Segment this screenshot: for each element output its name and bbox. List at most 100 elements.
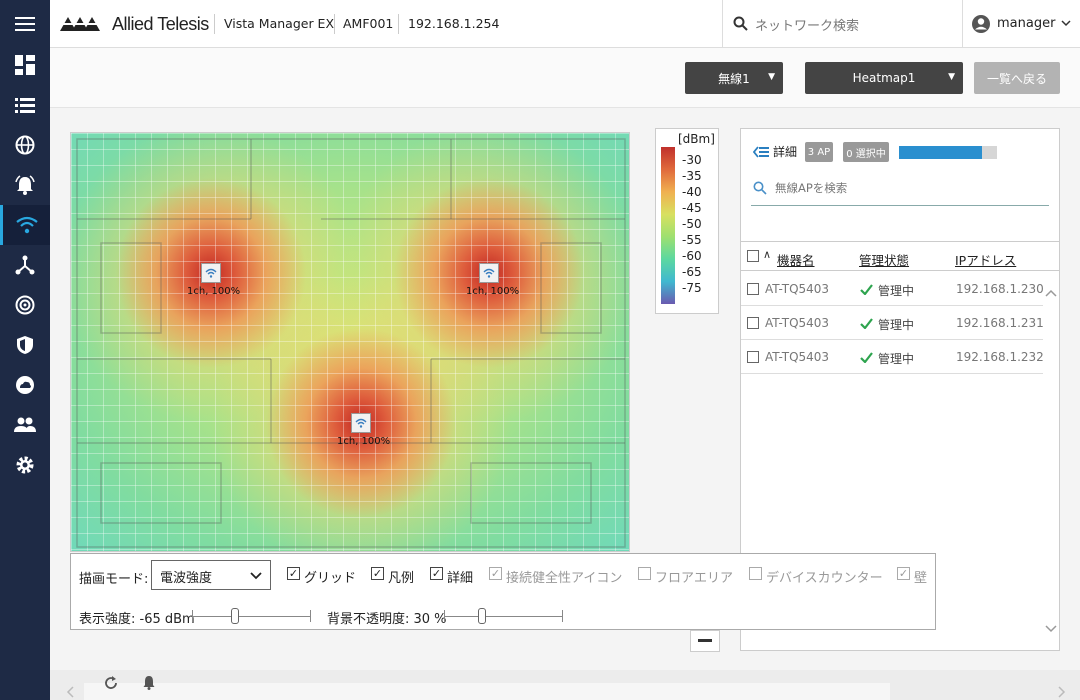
dropdown-arrow-icon: ▼ (768, 72, 775, 82)
strength-label: 表示強度: -65 dBm (79, 612, 195, 627)
table-row[interactable]: AT-TQ5403 管理中 192.168.1.231 (741, 306, 1044, 340)
legend-tick: -35 (682, 169, 702, 183)
alarm-bell-icon[interactable] (0, 165, 50, 205)
grid-checkbox[interactable]: ✓ (287, 567, 300, 580)
heatmap-dropdown[interactable]: Heatmap1 ▼ (805, 62, 963, 94)
detail-label: 詳細 (773, 145, 798, 159)
cloud-icon[interactable] (0, 365, 50, 405)
legend-checkbox[interactable]: ✓ (371, 567, 384, 580)
row-checkbox[interactable] (747, 317, 759, 329)
opacity-slider-thumb[interactable] (478, 608, 486, 624)
device-counter-checkbox[interactable] (749, 567, 762, 580)
settings-gear-icon[interactable] (0, 445, 50, 485)
legend-label: 凡例 (388, 571, 415, 586)
heatmap-controls: 描画モード: 電波強度 ✓ グリッド ✓ 凡例 ✓ 詳細 ✓ 接続健全性アイコン… (70, 553, 936, 630)
row-ip: 192.168.1.232 (956, 350, 1044, 364)
table-row[interactable]: AT-TQ5403 管理中 192.168.1.230 (741, 272, 1044, 306)
user-name: manager (997, 16, 1056, 31)
row-checkbox[interactable] (747, 351, 759, 363)
wifi-icon (205, 268, 217, 278)
signal-legend: [dBm] -30 -35 -40 -45 -50 -55 -60 -65 -7… (655, 128, 719, 314)
scroll-up-icon[interactable] (1045, 289, 1057, 297)
logo-text: Allied Telesis (112, 13, 209, 34)
notification-bell-icon[interactable] (142, 675, 156, 690)
globe-icon[interactable] (0, 125, 50, 165)
detail-toggle[interactable]: 詳細 (753, 143, 797, 160)
refresh-icon[interactable] (104, 676, 118, 690)
health-icon-label: 接続健全性アイコン (506, 571, 623, 586)
ap-marker[interactable] (351, 413, 371, 433)
topology-icon[interactable] (0, 245, 50, 285)
table-row[interactable]: AT-TQ5403 管理中 192.168.1.232 (741, 340, 1044, 374)
allied-telesis-logo: Allied Telesis (60, 14, 209, 34)
strength-slider-thumb[interactable] (231, 608, 239, 624)
wifi-icon (355, 418, 367, 428)
ap-search-placeholder: 無線APを検索 (775, 181, 848, 195)
radar-icon[interactable] (0, 285, 50, 325)
ap-label: 1ch, 100% (337, 436, 391, 447)
dashboard-icon[interactable] (0, 45, 50, 85)
row-ip: 192.168.1.231 (956, 316, 1044, 330)
floor-plan-walls (76, 138, 626, 548)
selected-count-badge: 0 選択中 (843, 142, 889, 162)
network-search-placeholder: ネットワーク検索 (755, 19, 860, 34)
footer-scroll-track[interactable] (84, 683, 890, 700)
row-device-name: AT-TQ5403 (765, 350, 830, 364)
menu-icon[interactable] (0, 4, 50, 44)
detail-checkbox-label: 詳細 (447, 571, 474, 586)
legend-tick: -40 (682, 185, 702, 199)
account-circle-icon (972, 15, 990, 33)
heatmap-canvas[interactable]: 1ch, 100% 1ch, 100% 1ch, 100% (70, 132, 630, 552)
user-menu[interactable]: manager (962, 0, 1080, 47)
row-checkbox[interactable] (747, 283, 759, 295)
search-icon (733, 16, 748, 31)
opacity-slider-track[interactable] (444, 616, 562, 617)
sort-asc-icon[interactable]: ∧ (763, 248, 771, 261)
row-ip: 192.168.1.230 (956, 282, 1044, 296)
detail-checkbox[interactable]: ✓ (430, 567, 443, 580)
column-management-status[interactable]: 管理状態 (859, 250, 909, 269)
users-icon[interactable] (0, 405, 50, 445)
list-icon[interactable] (0, 85, 50, 125)
row-status: 管理中 (878, 352, 915, 366)
scroll-right-icon[interactable] (1058, 686, 1066, 698)
ap-label: 1ch, 100% (187, 286, 241, 297)
strength-slider-track[interactable] (192, 616, 310, 617)
back-to-list-button[interactable]: 一覧へ戻る (974, 62, 1060, 94)
draw-mode-label: 描画モード: (79, 572, 149, 587)
progress-bar (899, 146, 997, 159)
ap-marker[interactable] (201, 263, 221, 283)
zoom-out-button[interactable] (690, 630, 720, 652)
legend-unit: [dBm] (678, 132, 715, 146)
health-icon-checkbox[interactable]: ✓ (489, 567, 502, 580)
network-search[interactable]: ネットワーク検索 (722, 0, 962, 47)
shield-icon[interactable] (0, 325, 50, 365)
footer-bar (50, 670, 1080, 700)
row-status: 管理中 (878, 284, 915, 298)
legend-tick: -50 (682, 217, 702, 231)
draw-mode-select[interactable]: 電波強度 (151, 560, 271, 590)
scroll-down-icon[interactable] (1045, 625, 1057, 633)
scroll-left-icon[interactable] (66, 686, 74, 698)
opacity-label: 背景不透明度: 30 % (327, 612, 447, 627)
floor-area-label: フロアエリア (655, 571, 734, 586)
minus-icon (698, 639, 712, 642)
ap-search-input[interactable]: 無線APを検索 (751, 176, 1049, 206)
wireless-icon[interactable] (0, 205, 50, 245)
check-icon (860, 352, 873, 363)
legend-tick: -55 (682, 233, 702, 247)
grid-label: グリッド (304, 571, 357, 586)
column-ip-address[interactable]: IPアドレス (955, 250, 1016, 269)
dropdown-arrow-icon: ▼ (948, 72, 955, 82)
floor-area-checkbox[interactable] (638, 567, 651, 580)
column-device-name[interactable]: 機器名 (777, 250, 815, 269)
table-header: ∧ 機器名 管理状態 IPアドレス (741, 241, 1059, 271)
radio-dropdown[interactable]: 無線1 ▼ (685, 62, 783, 94)
legend-tick: -75 (682, 281, 702, 295)
device-name: AMF001 (343, 16, 394, 31)
row-device-name: AT-TQ5403 (765, 282, 830, 296)
ap-marker[interactable] (479, 263, 499, 283)
select-all-checkbox[interactable] (747, 250, 759, 262)
heatmap-dropdown-value: Heatmap1 (852, 71, 916, 85)
wall-checkbox[interactable]: ✓ (897, 567, 910, 580)
